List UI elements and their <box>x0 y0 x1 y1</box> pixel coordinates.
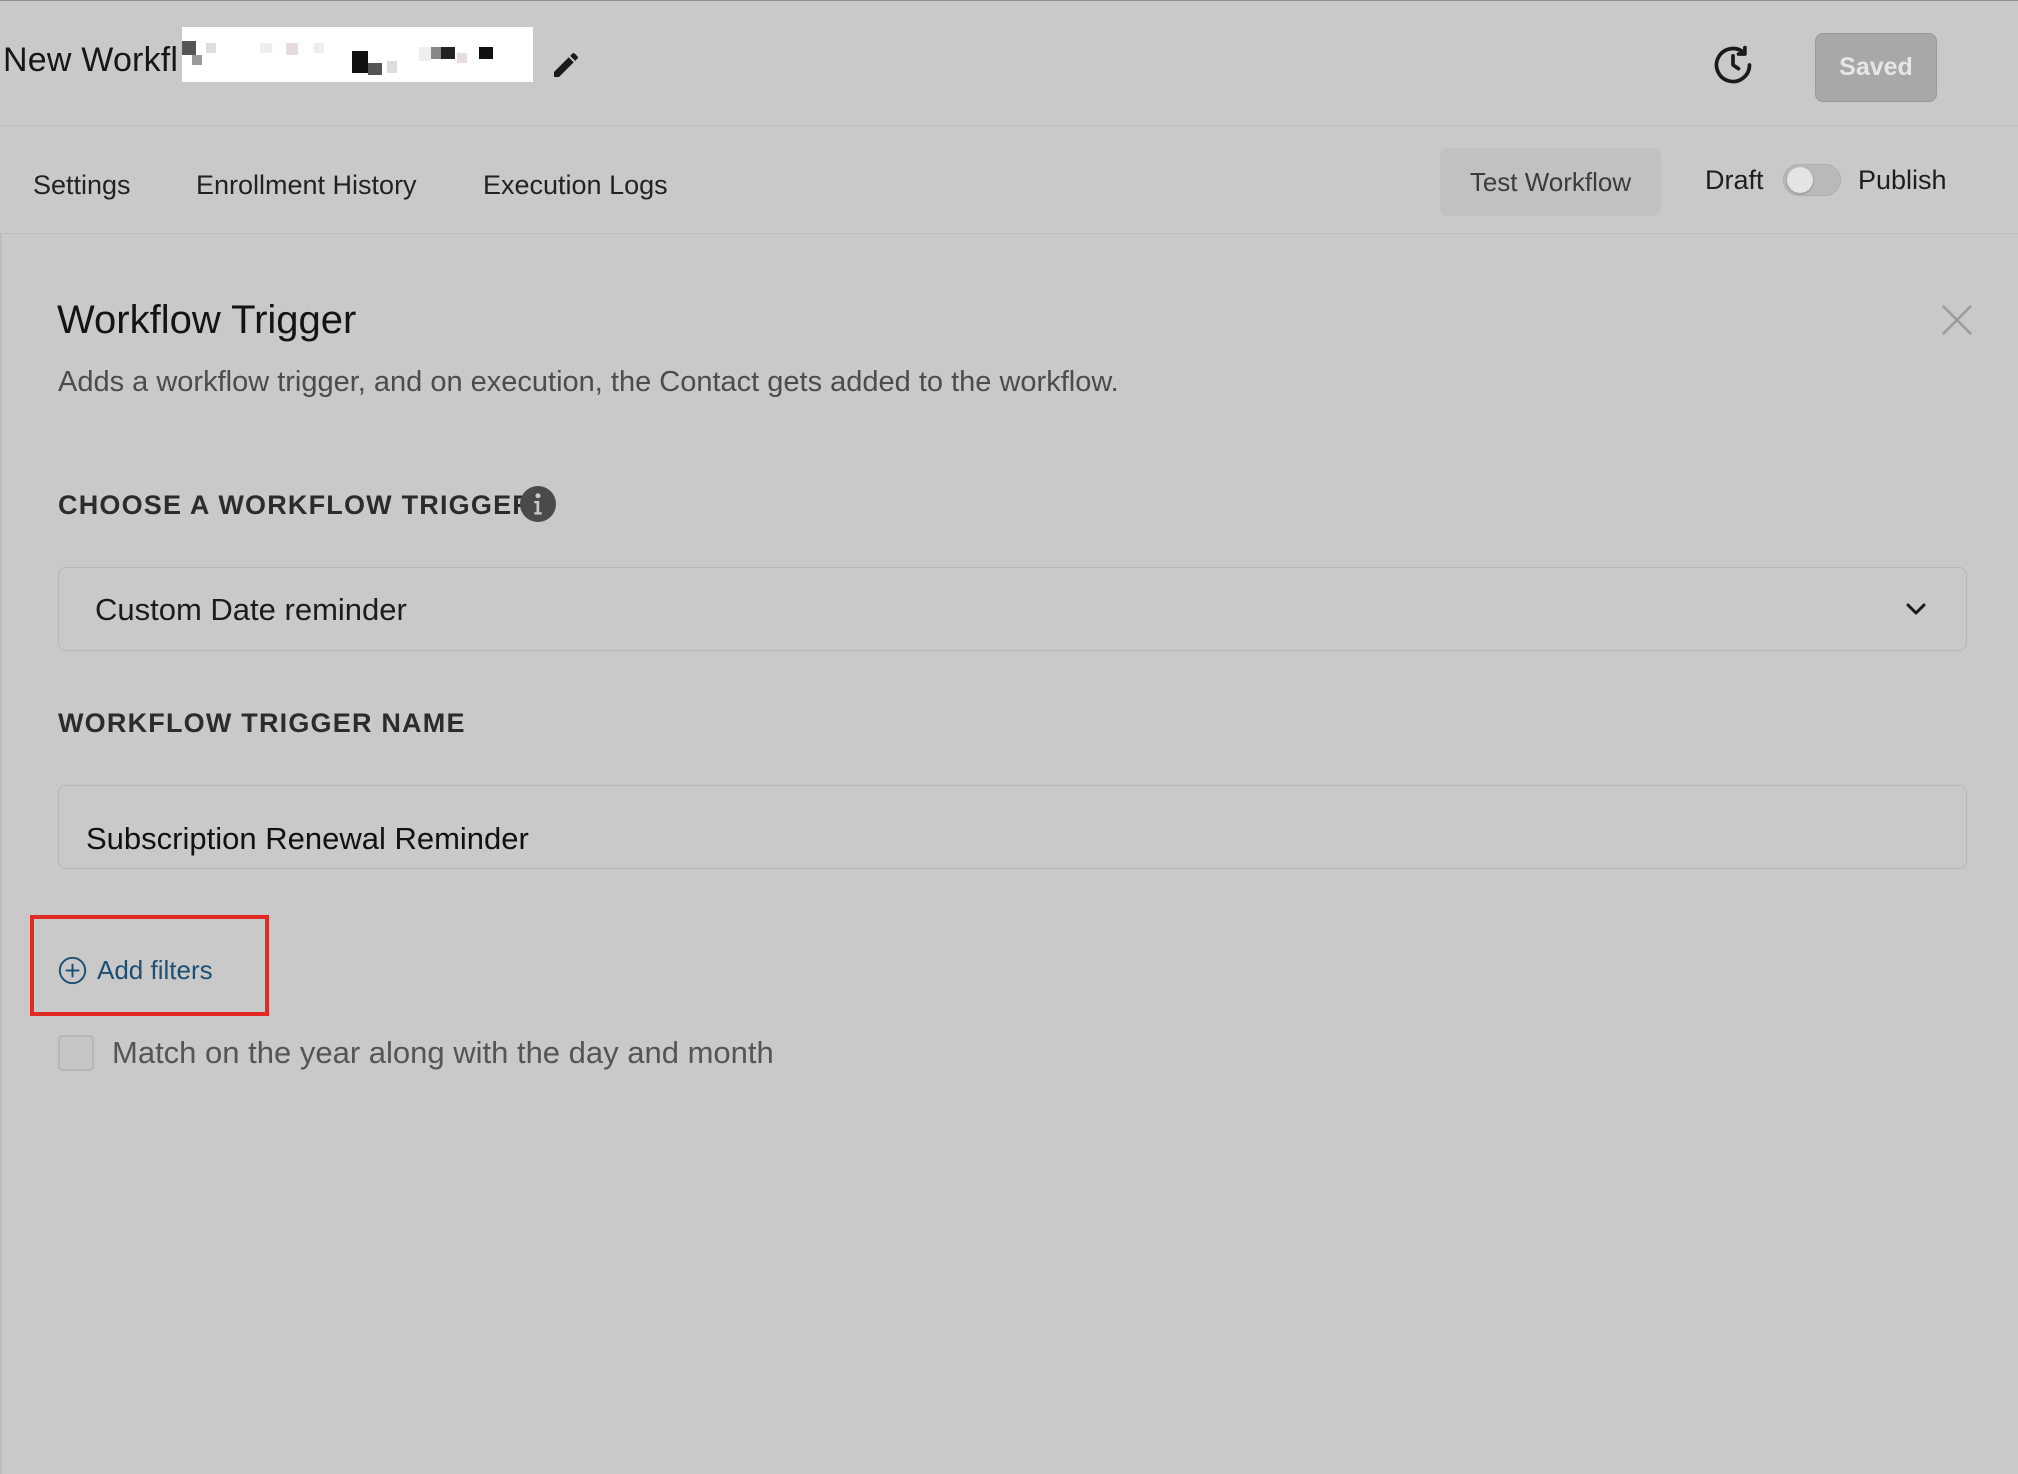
add-filters-button[interactable]: Add filters <box>58 953 213 987</box>
trigger-section-label: CHOOSE A WORKFLOW TRIGGER <box>58 490 533 520</box>
info-icon[interactable] <box>520 486 556 522</box>
trigger-select[interactable]: Custom Date reminder <box>58 567 1967 651</box>
match-year-checkbox[interactable] <box>58 1035 94 1071</box>
history-clock-icon[interactable] <box>1711 43 1755 87</box>
trigger-name-input[interactable] <box>58 785 1967 869</box>
pencil-icon[interactable] <box>550 49 582 81</box>
draft-label: Draft <box>1705 165 1764 195</box>
trigger-name-section-label: WORKFLOW TRIGGER NAME <box>58 708 466 738</box>
saved-button[interactable]: Saved <box>1815 33 1937 102</box>
add-filters-label: Add filters <box>97 954 213 985</box>
match-year-label[interactable]: Match on the year along with the day and… <box>112 1035 774 1071</box>
top-bar: New Workfl Saved <box>0 0 2018 126</box>
publish-label: Publish <box>1858 165 1947 195</box>
panel-description: Adds a workflow trigger, and on executio… <box>58 366 1119 398</box>
tab-execution-logs[interactable]: Execution Logs <box>483 170 668 201</box>
trigger-select-value: Custom Date reminder <box>95 592 407 627</box>
chevron-down-icon <box>1906 603 1926 615</box>
tab-settings[interactable]: Settings <box>33 170 131 201</box>
workflow-title[interactable]: New Workfl <box>3 41 178 80</box>
workflow-trigger-panel: Workflow Trigger Adds a workflow trigger… <box>0 234 2018 1474</box>
tab-enrollment-history[interactable]: Enrollment History <box>196 170 417 201</box>
workflow-nav-bar: Settings Enrollment History Execution Lo… <box>0 126 2018 234</box>
redacted-title-region <box>182 27 533 82</box>
toggle-knob <box>1787 167 1813 193</box>
panel-title: Workflow Trigger <box>57 298 357 342</box>
test-workflow-button[interactable]: Test Workflow <box>1440 148 1661 216</box>
close-icon[interactable] <box>1939 302 1975 338</box>
publish-toggle[interactable] <box>1783 164 1841 196</box>
plus-circle-icon <box>58 956 87 984</box>
